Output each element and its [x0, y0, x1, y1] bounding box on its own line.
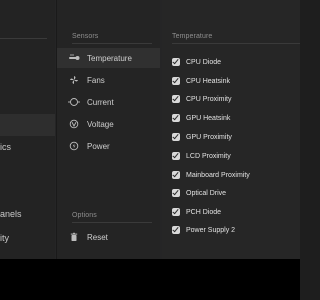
left-header-divider: [0, 38, 47, 39]
checkbox[interactable]: [172, 171, 180, 179]
sensor-item-label: Fans: [87, 75, 105, 85]
sensor-item-label: Power: [87, 141, 110, 151]
temperature-header: Temperature: [172, 33, 213, 40]
sensor-row-gpu-heatsink[interactable]: GPU Heatsink: [172, 110, 300, 126]
voltage-icon: [67, 119, 81, 129]
sensor-item-fans[interactable]: Fans: [57, 70, 160, 90]
sensor-row-label: CPU Heatsink: [186, 77, 230, 85]
sensor-row-power-supply-2[interactable]: Power Supply 2: [172, 222, 300, 238]
sensor-row-label: Power Supply 2: [186, 226, 236, 234]
temperature-panel: Temperature CPU Diode CPU Heatsink CPU P…: [162, 0, 300, 259]
sensor-row-label: Optical Drive: [186, 189, 227, 197]
sensor-row-pch-diode[interactable]: PCH Diode: [172, 204, 300, 220]
current-icon: [67, 97, 81, 107]
sensor-item-label: Voltage: [87, 119, 114, 129]
temperature-header-divider: [172, 43, 300, 44]
sensor-item-current[interactable]: Current: [57, 92, 160, 112]
sensor-item-power[interactable]: Power: [57, 136, 160, 156]
sensor-row-cpu-diode[interactable]: CPU Diode: [172, 54, 300, 70]
fan-icon: [67, 75, 81, 85]
sensors-header: Sensors: [72, 33, 99, 40]
left-selected-row[interactable]: [0, 114, 55, 136]
sensor-row-gpu-proximity[interactable]: GPU Proximity: [172, 129, 300, 145]
reset-button[interactable]: Reset: [57, 227, 160, 247]
left-item-1[interactable]: ics: [0, 142, 11, 152]
sensor-row-lcd-proximity[interactable]: LCD Proximity: [172, 148, 300, 164]
bottom-bar: [0, 259, 300, 300]
sensor-row-optical-drive[interactable]: Optical Drive: [172, 185, 300, 201]
checkbox[interactable]: [172, 77, 180, 85]
left-item-3[interactable]: ity: [0, 233, 9, 243]
sensor-row-cpu-heatsink[interactable]: CPU Heatsink: [172, 73, 300, 89]
checkbox[interactable]: [172, 58, 180, 66]
options-header: Options: [72, 212, 97, 219]
checkbox[interactable]: [172, 114, 180, 122]
checkbox[interactable]: [172, 152, 180, 160]
left-item-2[interactable]: anels: [0, 209, 22, 219]
checkbox[interactable]: [172, 189, 180, 197]
sensor-row-label: CPU Proximity: [186, 95, 232, 103]
sensor-row-mainboard-proximity[interactable]: Mainboard Proximity: [172, 167, 300, 183]
sensor-item-temperature[interactable]: Temperature: [57, 48, 160, 68]
options-header-divider: [72, 222, 152, 223]
sensor-item-voltage[interactable]: Voltage: [57, 114, 160, 134]
sensor-row-label: GPU Heatsink: [186, 114, 231, 122]
sensor-row-label: GPU Proximity: [186, 133, 232, 141]
checkbox[interactable]: [172, 208, 180, 216]
sensor-item-label: Temperature: [87, 53, 132, 63]
reset-label: Reset: [87, 232, 108, 242]
power-icon: [67, 141, 81, 151]
sensor-row-label: CPU Diode: [186, 58, 222, 66]
sensors-panel: Sensors Temperature Fans Current Voltage: [56, 0, 160, 259]
checkbox[interactable]: [172, 226, 180, 234]
sensor-row-label: PCH Diode: [186, 208, 222, 216]
checkbox[interactable]: [172, 133, 180, 141]
sensor-row-label: LCD Proximity: [186, 152, 231, 160]
sensor-row-cpu-proximity[interactable]: CPU Proximity: [172, 91, 300, 107]
sensor-item-label: Current: [87, 97, 114, 107]
app-window: ics anels ity Sensors Temperature Fans C…: [0, 0, 300, 259]
sensor-row-label: Mainboard Proximity: [186, 171, 250, 179]
trash-icon: [67, 232, 81, 242]
checkbox[interactable]: [172, 95, 180, 103]
sensors-header-divider: [72, 43, 152, 44]
thermometer-icon: [67, 53, 81, 63]
left-panel: ics anels ity: [0, 0, 55, 259]
